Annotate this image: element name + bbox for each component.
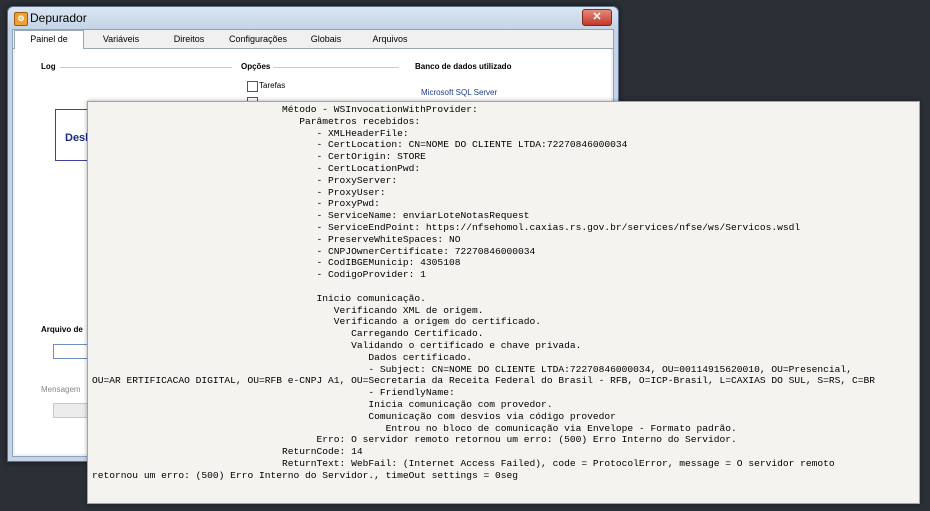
tab-configuracoes[interactable]: Configurações bbox=[225, 32, 291, 47]
trace-line: - ProxyPwd: bbox=[92, 198, 380, 210]
file-label: Arquivo de bbox=[41, 325, 83, 334]
trace-line: - CNPJOwnerCertificate: 72270846000034 bbox=[92, 245, 536, 257]
trace-output-text: Método - WSInvocationWithProvider: Parâm… bbox=[88, 102, 919, 482]
trace-line: Método - WSInvocationWithProvider: bbox=[92, 104, 478, 115]
tab-strip: Painel de Controle Variáveis Direitos Co… bbox=[13, 30, 613, 61]
trace-line: Erro: O servidor remoto retornou um erro… bbox=[92, 434, 737, 446]
options-group-label: Opções bbox=[241, 62, 271, 71]
options-group-line bbox=[273, 67, 399, 68]
trace-line: - CertLocation: CN=NOME DO CLIENTE LTDA:… bbox=[92, 139, 628, 151]
trace-line: Verificando XML de origem. bbox=[92, 304, 484, 316]
tab-arquivos[interactable]: Arquivos bbox=[361, 32, 419, 47]
trace-line: Dados certificado. bbox=[92, 351, 472, 363]
trace-line: - CodIBGEMunicip: 4305108 bbox=[92, 257, 461, 269]
trace-line: Carregando Certificado. bbox=[92, 328, 484, 340]
trace-line: - ProxyUser: bbox=[92, 186, 386, 198]
tarefas-label: Tarefas bbox=[259, 81, 286, 90]
window-title: Depurador bbox=[30, 11, 87, 25]
tarefas-checkbox[interactable] bbox=[247, 81, 258, 92]
trace-line: Inicio comunicação. bbox=[92, 292, 426, 304]
tab-direitos[interactable]: Direitos bbox=[159, 32, 219, 47]
trace-line: Comunicação com desvios via código prove… bbox=[92, 410, 616, 422]
database-value: Microsoft SQL Server bbox=[421, 88, 498, 97]
title-bar[interactable]: ⚙ Depurador ✕ bbox=[8, 7, 618, 29]
database-group-label: Banco de dados utilizado bbox=[415, 62, 512, 71]
trace-line: Inicia comunicação com provedor. bbox=[92, 398, 553, 410]
trace-line: ReturnCode: 14 bbox=[92, 446, 363, 458]
trace-line: - CertLocationPwd: bbox=[92, 162, 421, 174]
trace-output-panel[interactable]: Método - WSInvocationWithProvider: Parâm… bbox=[87, 101, 920, 504]
app-icon: ⚙ bbox=[14, 12, 28, 26]
log-group-line bbox=[60, 67, 232, 68]
trace-line: - CertOrigin: STORE bbox=[92, 151, 426, 163]
trace-line: - FriendlyName: bbox=[92, 387, 455, 399]
trace-line: - PreserveWhiteSpaces: NO bbox=[92, 233, 461, 245]
log-group-label: Log bbox=[41, 62, 56, 71]
trace-line: Validando o certificado e chave privada. bbox=[92, 339, 582, 351]
trace-line: ReturnText: WebFail: (Internet Access Fa… bbox=[92, 457, 835, 469]
trace-line: - ServiceEndPoint: https://nfsehomol.cax… bbox=[92, 221, 801, 233]
tab-painel-de-controle[interactable]: Painel de Controle bbox=[14, 30, 84, 61]
trace-line: - XMLHeaderFile: bbox=[92, 127, 409, 139]
message-label: Mensagem bbox=[41, 385, 81, 394]
trace-line: Parâmetros recebidos: bbox=[92, 115, 421, 127]
trace-line: OU=AR ERTIFICACAO DIGITAL, OU=RFB e-CNPJ… bbox=[92, 375, 875, 387]
trace-line: - CodigoProvider: 1 bbox=[92, 269, 426, 281]
trace-line: retornou um erro: (500) Erro Interno do … bbox=[92, 469, 519, 481]
log-text: Desl bbox=[65, 132, 89, 144]
trace-line: - ProxyServer: bbox=[92, 174, 398, 186]
tab-variaveis[interactable]: Variáveis bbox=[91, 32, 151, 47]
close-button[interactable]: ✕ bbox=[582, 9, 612, 26]
trace-line: - ServiceName: enviarLoteNotasRequest bbox=[92, 210, 530, 222]
trace-line: Verificando a origem do certificado. bbox=[92, 316, 542, 328]
tab-globais[interactable]: Globais bbox=[301, 32, 351, 47]
trace-line: - Subject: CN=NOME DO CLIENTE LTDA:72270… bbox=[92, 363, 852, 375]
trace-line: Entrou no bloco de comunicação via Envel… bbox=[92, 422, 737, 434]
